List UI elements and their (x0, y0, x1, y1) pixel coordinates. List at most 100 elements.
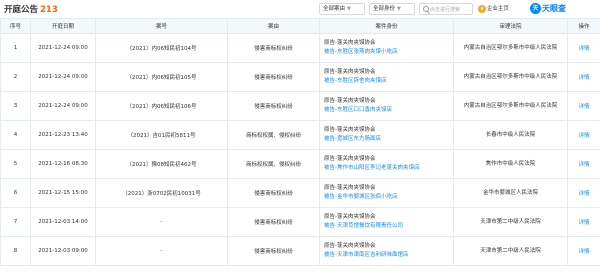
table-row: 3 2021-12-24 09:00 （2021）内06知民初106号 侵害商标… (0, 91, 600, 121)
plaintiff-text: 原告-蓬关肉夹馍协会 (324, 214, 376, 220)
cell-case-no: （2021）吉01民初5811号 (95, 120, 228, 150)
table-row: 4 2021-12-23 13:40 （2021）吉01民初5811号 商标权权… (0, 120, 600, 150)
table-row: 1 2021-12-24 09:00 （2021）内06知民初104号 侵害商标… (0, 33, 600, 63)
table-row: 6 2021-12-15 15:00 （2021）浙0702民初10031号 侵… (0, 178, 600, 208)
cell-no: 3 (0, 91, 31, 121)
detail-link[interactable]: 详情 (567, 178, 600, 208)
cell-cause: 侵害商标权纠纷 (227, 178, 320, 208)
cell-court: 内蒙古自治区鄂尔多斯市中级人民法院 (453, 91, 568, 121)
cell-date: 2021-12-24 09:00 (30, 33, 96, 63)
cell-no: 1 (0, 33, 31, 63)
chevron-down-icon: ▼ (397, 6, 401, 12)
detail-link[interactable]: 详情 (567, 62, 600, 92)
plaintiff-text: 原告-蓬关肉夹馍协会 (324, 185, 376, 191)
detail-link[interactable]: 详情 (567, 120, 600, 150)
cell-parties: 原告-蓬关肉夹馍协会被告-焦作市山阳区李记老蓬关肉夹馍店 (319, 149, 454, 179)
search-input[interactable] (430, 5, 472, 14)
column-header-no: 序号 (0, 18, 31, 34)
cell-cause: 侵害商标权纠纷 (227, 62, 320, 92)
cell-case-no: - (95, 236, 228, 266)
column-header-case-no: 案号 (95, 18, 228, 34)
court-notice-table: 序号 开庭日期 案号 案由 案件身份 审理法院 操作 1 2021-12-24 … (0, 18, 600, 266)
cell-no: 4 (0, 120, 31, 150)
cell-case-no: （2021）内06知民初105号 (95, 62, 228, 92)
column-header-cause: 案由 (227, 18, 320, 34)
cell-parties: 原告-蓬关肉夹馍协会被告-东胜区口口香肉夹馍店 (319, 91, 454, 121)
detail-link[interactable]: 详情 (567, 33, 600, 63)
cell-court: 内蒙古自治区鄂尔多斯市中级人民法院 (453, 33, 568, 63)
tianyancha-logo: 天天眼查 (530, 2, 566, 16)
cell-court: 天津市第二中级人民法院 (453, 236, 568, 266)
cell-case-no: - (95, 207, 228, 237)
cell-date: 2021-12-24 09:00 (30, 91, 96, 121)
search-icon[interactable] (423, 6, 429, 12)
cell-parties: 原告-蓬关肉夹馍协会 被告-宽城区东方肠面店 (319, 120, 454, 150)
cell-date: 2021-12-24 09:00 (30, 62, 96, 92)
cell-court: 天津市第二中级人民法院 (453, 207, 568, 237)
cell-court: 内蒙古自治区鄂尔多斯市中级人民法院 (453, 62, 568, 92)
cell-no: 7 (0, 207, 31, 237)
detail-link[interactable]: 详情 (567, 236, 600, 266)
cell-parties: 原告-蓬关肉夹馍协会被告-东胜区辞舍肉夹馍店 (319, 62, 454, 92)
defendant-link[interactable]: 被告-东胜区口口香肉夹馍店 (324, 106, 453, 115)
cell-parties: 原告-蓬关肉夹馍协会被告-天津市津南区吉利研味面馆店 (319, 236, 454, 266)
cell-no: 2 (0, 62, 31, 92)
detail-link[interactable]: 详情 (567, 91, 600, 121)
cell-court: 长春市中级人民法院 (453, 120, 568, 150)
defendant-link[interactable]: 被告-东胜区辞舍肉夹馍店 (324, 77, 453, 86)
plaintiff-text: 原告-蓬关肉夹馍协会 (324, 156, 376, 162)
cell-court: 焦作市中级人民法院 (453, 149, 568, 179)
vip-icon: ★ (478, 4, 486, 13)
cell-cause: 侵害商标权纠纷 (227, 91, 320, 121)
defendant-link[interactable]: 被告-焦作市山阳区李记老蓬关肉夹馍店 (324, 164, 453, 173)
cell-parties: 原告-蓬关肉夹馍协会被告-天津苋馆餐饮有限责任公司 (319, 207, 454, 237)
role-filter-label: 全部身份 (373, 6, 396, 12)
plaintiff-text: 原告-蓬关肉夹馍协会 (324, 40, 376, 46)
result-count: 213 (40, 5, 58, 15)
chevron-down-icon: ▼ (347, 6, 351, 12)
section-title-text: 开庭公告 (4, 5, 39, 15)
table-row: 5 2021-12-16 08:30 （2021）豫08知民初462号 商标权权… (0, 149, 600, 179)
cell-cause: 商标权权属、侵权纠纷 (227, 120, 320, 150)
company-home-link[interactable]: ★ 企业主页 (478, 3, 509, 15)
defendant-link[interactable]: 被告-金华市婺城区张佰小吃店 (324, 193, 453, 202)
cell-date: 2021-12-23 13:40 (30, 120, 96, 150)
defendant-link[interactable]: 被告-天津市津南区吉利研味面馆店 (324, 251, 453, 260)
cell-parties: 原告-蓬关肉夹馍协会被告-东胜区张燕肉夹馍小吃店 (319, 33, 454, 63)
section-header: 开庭公告213 全部案由▼ 全部身份▼ ★企业主页 天天眼查 (0, 0, 600, 18)
cell-case-no: （2021）内06知民初106号 (95, 91, 228, 121)
cause-filter-dropdown[interactable]: 全部案由 ▼ (319, 3, 365, 15)
logo-icon: 天 (530, 3, 541, 14)
cell-case-no: （2021）豫08知民初462号 (95, 149, 228, 179)
search-box[interactable] (419, 3, 473, 15)
detail-link[interactable]: 详情 (567, 207, 600, 237)
cell-no: 5 (0, 149, 31, 179)
defendant-link[interactable]: 被告-天津苋馆餐饮有限责任公司 (324, 222, 453, 231)
cell-cause: 侵害商标权纠纷 (227, 207, 320, 237)
column-header-date[interactable]: 开庭日期 (30, 18, 96, 34)
table-row: 8 2021-12-03 09:00 - 侵害商标权纠纷 原告-蓬关肉夹馍协会被… (0, 236, 600, 266)
role-filter-dropdown[interactable]: 全部身份 ▼ (369, 3, 415, 15)
cell-parties: 原告-蓬关肉夹馍协会被告-金华市婺城区张佰小吃店 (319, 178, 454, 208)
cell-date: 2021-12-03 14:00 (30, 207, 96, 237)
company-home-label: 企业主页 (487, 6, 510, 12)
column-header-role: 案件身份 (319, 18, 454, 34)
defendant-link[interactable]: 被告-宽城区东方肠面店 (324, 135, 453, 144)
cause-filter-label: 全部案由 (323, 6, 346, 12)
plaintiff-text: 原告-蓬关肉夹馍协会 (324, 243, 376, 249)
cell-no: 8 (0, 236, 31, 266)
column-header-action: 操作 (567, 18, 600, 34)
logo-text: 天眼查 (542, 4, 566, 13)
cell-court: 金华市婺城区人民法院 (453, 178, 568, 208)
table-row: 7 2021-12-03 14:00 - 侵害商标权纠纷 原告-蓬关肉夹馍协会被… (0, 207, 600, 237)
defendant-link[interactable]: 被告-东胜区张燕肉夹馍小吃店 (324, 48, 453, 57)
plaintiff-text: 原告-蓬关肉夹馍协会 (324, 98, 376, 104)
detail-link[interactable]: 详情 (567, 149, 600, 179)
plaintiff-text: 原告-蓬关肉夹馍协会 (324, 69, 376, 75)
cell-cause: 商标权权属、侵权纠纷 (227, 149, 320, 179)
table-header-row: 序号 开庭日期 案号 案由 案件身份 审理法院 操作 (0, 18, 600, 34)
cell-cause: 侵害商标权纠纷 (227, 236, 320, 266)
cell-date: 2021-12-03 09:00 (30, 236, 96, 266)
section-title: 开庭公告 213 (4, 3, 58, 15)
cell-no: 6 (0, 178, 31, 208)
